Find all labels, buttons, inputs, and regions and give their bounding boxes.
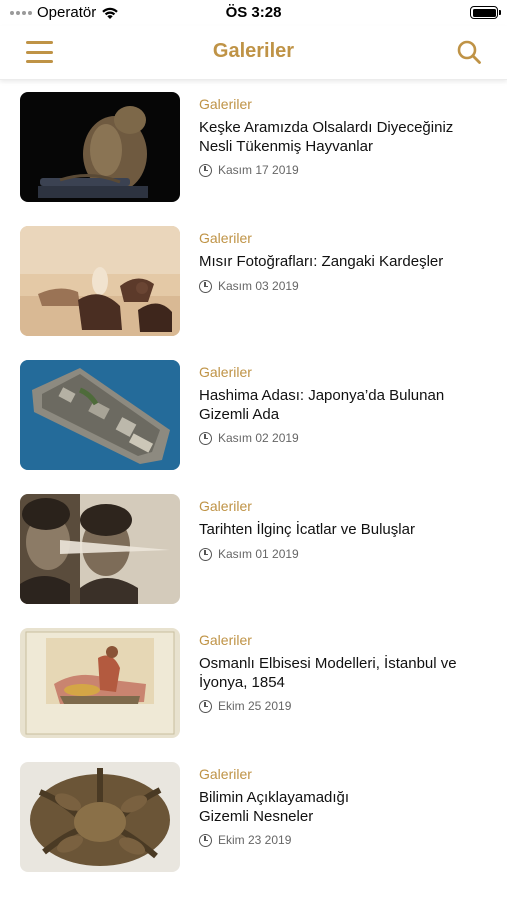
article-category: Galeriler bbox=[199, 230, 252, 246]
article-title[interactable]: Hashima Adası: Japonya’da Bulunan Gizeml… bbox=[199, 386, 489, 424]
article-item[interactable]: Galeriler Hashima Adası: Japonya’da Bulu… bbox=[0, 360, 507, 472]
article-title[interactable]: Osmanlı Elbisesi Modelleri, İstanbul ve … bbox=[199, 654, 489, 692]
status-bar: Operatör ÖS 3:28 bbox=[0, 0, 507, 26]
clock-icon bbox=[199, 833, 212, 847]
article-title[interactable]: Bilimin Açıklayamadığı Gizemli Nesneler bbox=[199, 788, 399, 826]
article-date: Kasım 02 2019 bbox=[199, 431, 299, 445]
article-category: Galeriler bbox=[199, 498, 252, 514]
article-category: Galeriler bbox=[199, 364, 252, 380]
article-thumbnail[interactable] bbox=[20, 494, 180, 604]
clock-icon bbox=[199, 547, 212, 561]
navigation-bar: Galeriler bbox=[0, 26, 507, 80]
article-thumbnail[interactable] bbox=[20, 762, 180, 872]
search-icon[interactable] bbox=[456, 39, 482, 65]
article-date-label: Kasım 03 2019 bbox=[218, 279, 299, 293]
article-date-label: Kasım 02 2019 bbox=[218, 431, 299, 445]
page-title: Galeriler bbox=[212, 40, 295, 62]
article-item[interactable]: Galeriler Bilimin Açıklayamadığı Gizemli… bbox=[0, 762, 507, 874]
status-time: ÖS 3:28 bbox=[225, 4, 282, 21]
article-date-label: Kasım 17 2019 bbox=[218, 163, 299, 177]
clock-icon bbox=[199, 279, 212, 293]
article-date-label: Kasım 01 2019 bbox=[218, 547, 299, 561]
article-date-label: Ekim 23 2019 bbox=[218, 833, 292, 847]
article-date: Kasım 03 2019 bbox=[199, 279, 299, 293]
article-thumbnail[interactable] bbox=[20, 360, 180, 470]
article-thumbnail[interactable] bbox=[20, 628, 180, 738]
article-item[interactable]: Galeriler Mısır Fotoğrafları: Zangaki Ka… bbox=[0, 226, 507, 338]
article-category: Galeriler bbox=[199, 632, 252, 648]
battery-icon bbox=[470, 6, 501, 19]
article-date: Kasım 17 2019 bbox=[199, 163, 299, 177]
article-date-label: Ekim 25 2019 bbox=[218, 699, 292, 713]
clock-icon bbox=[199, 163, 212, 177]
article-title[interactable]: Tarihten İlginç İcatlar ve Buluşlar bbox=[199, 520, 489, 539]
article-item[interactable]: Galeriler Keşke Aramızda Olsalardı Diyec… bbox=[0, 92, 507, 204]
article-category: Galeriler bbox=[199, 96, 252, 112]
article-date: Ekim 25 2019 bbox=[199, 699, 291, 713]
article-thumbnail[interactable] bbox=[20, 226, 180, 336]
article-item[interactable]: Galeriler Tarihten İlginç İcatlar ve Bul… bbox=[0, 494, 507, 606]
article-category: Galeriler bbox=[199, 766, 252, 782]
article-title[interactable]: Mısır Fotoğrafları: Zangaki Kardeşler bbox=[199, 252, 489, 271]
article-item[interactable]: Galeriler Osmanlı Elbisesi Modelleri, İs… bbox=[0, 628, 507, 740]
clock-icon bbox=[199, 431, 212, 445]
article-thumbnail[interactable] bbox=[20, 92, 180, 202]
article-date: Kasım 01 2019 bbox=[199, 547, 299, 561]
article-date: Ekim 23 2019 bbox=[199, 833, 291, 847]
clock-icon bbox=[199, 699, 212, 713]
article-title[interactable]: Keşke Aramızda Olsalardı Diyeceğiniz Nes… bbox=[199, 118, 489, 156]
